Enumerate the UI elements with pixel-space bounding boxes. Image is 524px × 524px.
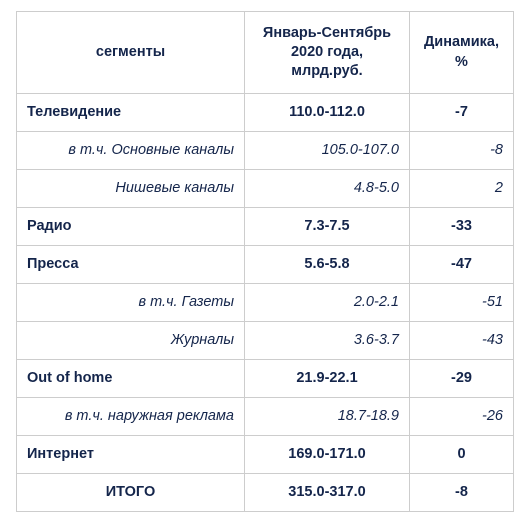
table-body: Телевидение 110.0-112.0 -7 в т.ч. Основные … (16, 93, 514, 512)
cell-dynamics: -33 (409, 207, 514, 246)
header-value-line-1: Январь-Сентябрь (262, 24, 392, 41)
cell-value: 315.0-317.0 (244, 473, 410, 512)
cell-dynamics: -8 (409, 131, 514, 170)
cell-dynamics: -47 (409, 245, 514, 284)
header-cell-value: Январь-Сентябрь 2020 года, млрд.руб. (244, 11, 410, 94)
cell-segment: в т.ч. Газеты (16, 283, 245, 322)
header-value-line-3: млрд.руб. (291, 63, 363, 80)
cell-value: 105.0-107.0 (244, 131, 410, 170)
header-dynamics-line-1: Динамика, (423, 34, 500, 51)
table-row: Радио 7.3-7.5 -33 (16, 207, 514, 246)
cell-value: 18.7-18.9 (244, 397, 410, 436)
header-row: сегменты Январь-Сентябрь 2020 года, млрд… (16, 11, 514, 94)
cell-segment: Нишевые каналы (16, 169, 245, 208)
cell-segment: Out of home (16, 359, 245, 398)
cell-value: 169.0-171.0 (244, 435, 410, 474)
cell-dynamics: -8 (409, 473, 514, 512)
cell-segment: Телевидение (16, 93, 245, 132)
cell-dynamics: -7 (409, 93, 514, 132)
table-row: в т.ч. наружная реклама 18.7-18.9 -26 (16, 397, 514, 436)
table-row: Out of home 21.9-22.1 -29 (16, 359, 514, 398)
table-row: Нишевые каналы 4.8-5.0 2 (16, 169, 514, 208)
cell-segment: в т.ч. Основные каналы (16, 131, 245, 170)
table-row: ИТОГО 315.0-317.0 -8 (16, 473, 514, 512)
cell-dynamics: -51 (409, 283, 514, 322)
table-row: Журналы 3.6-3.7 -43 (16, 321, 514, 360)
cell-dynamics: 0 (409, 435, 514, 474)
cell-value: 3.6-3.7 (244, 321, 410, 360)
cell-dynamics: -26 (409, 397, 514, 436)
header-dynamics-line-2: % (455, 53, 468, 70)
cell-segment: в т.ч. наружная реклама (16, 397, 245, 436)
cell-segment: Журналы (16, 321, 245, 360)
cell-segment: Интернет (16, 435, 245, 474)
cell-value: 7.3-7.5 (244, 207, 410, 246)
header-cell-segment: сегменты (16, 11, 245, 94)
table-row: Телевидение 110.0-112.0 -7 (16, 93, 514, 132)
cell-value: 4.8-5.0 (244, 169, 410, 208)
cell-segment: ИТОГО (16, 473, 245, 512)
table-header: сегменты Январь-Сентябрь 2020 года, млрд… (16, 11, 514, 94)
cell-value: 110.0-112.0 (244, 93, 410, 132)
table-row: в т.ч. Газеты 2.0-2.1 -51 (16, 283, 514, 322)
table-row: в т.ч. Основные каналы 105.0-107.0 -8 (16, 131, 514, 170)
cell-dynamics: -43 (409, 321, 514, 360)
cell-segment: Пресса (16, 245, 245, 284)
cell-dynamics: -29 (409, 359, 514, 398)
header-cell-dynamics: Динамика, % (409, 11, 514, 94)
cell-value: 21.9-22.1 (244, 359, 410, 398)
table-row: Интернет 169.0-171.0 0 (16, 435, 514, 474)
cell-segment: Радио (16, 207, 245, 246)
cell-value: 5.6-5.8 (244, 245, 410, 284)
cell-value: 2.0-2.1 (244, 283, 410, 322)
header-value-line-2: 2020 года, (290, 43, 364, 60)
media-ad-market-table: сегменты Январь-Сентябрь 2020 года, млрд… (16, 11, 514, 512)
media-ad-market-table-container: сегменты Январь-Сентябрь 2020 года, млрд… (16, 11, 514, 512)
cell-dynamics: 2 (409, 169, 514, 208)
table-row: Пресса 5.6-5.8 -47 (16, 245, 514, 284)
